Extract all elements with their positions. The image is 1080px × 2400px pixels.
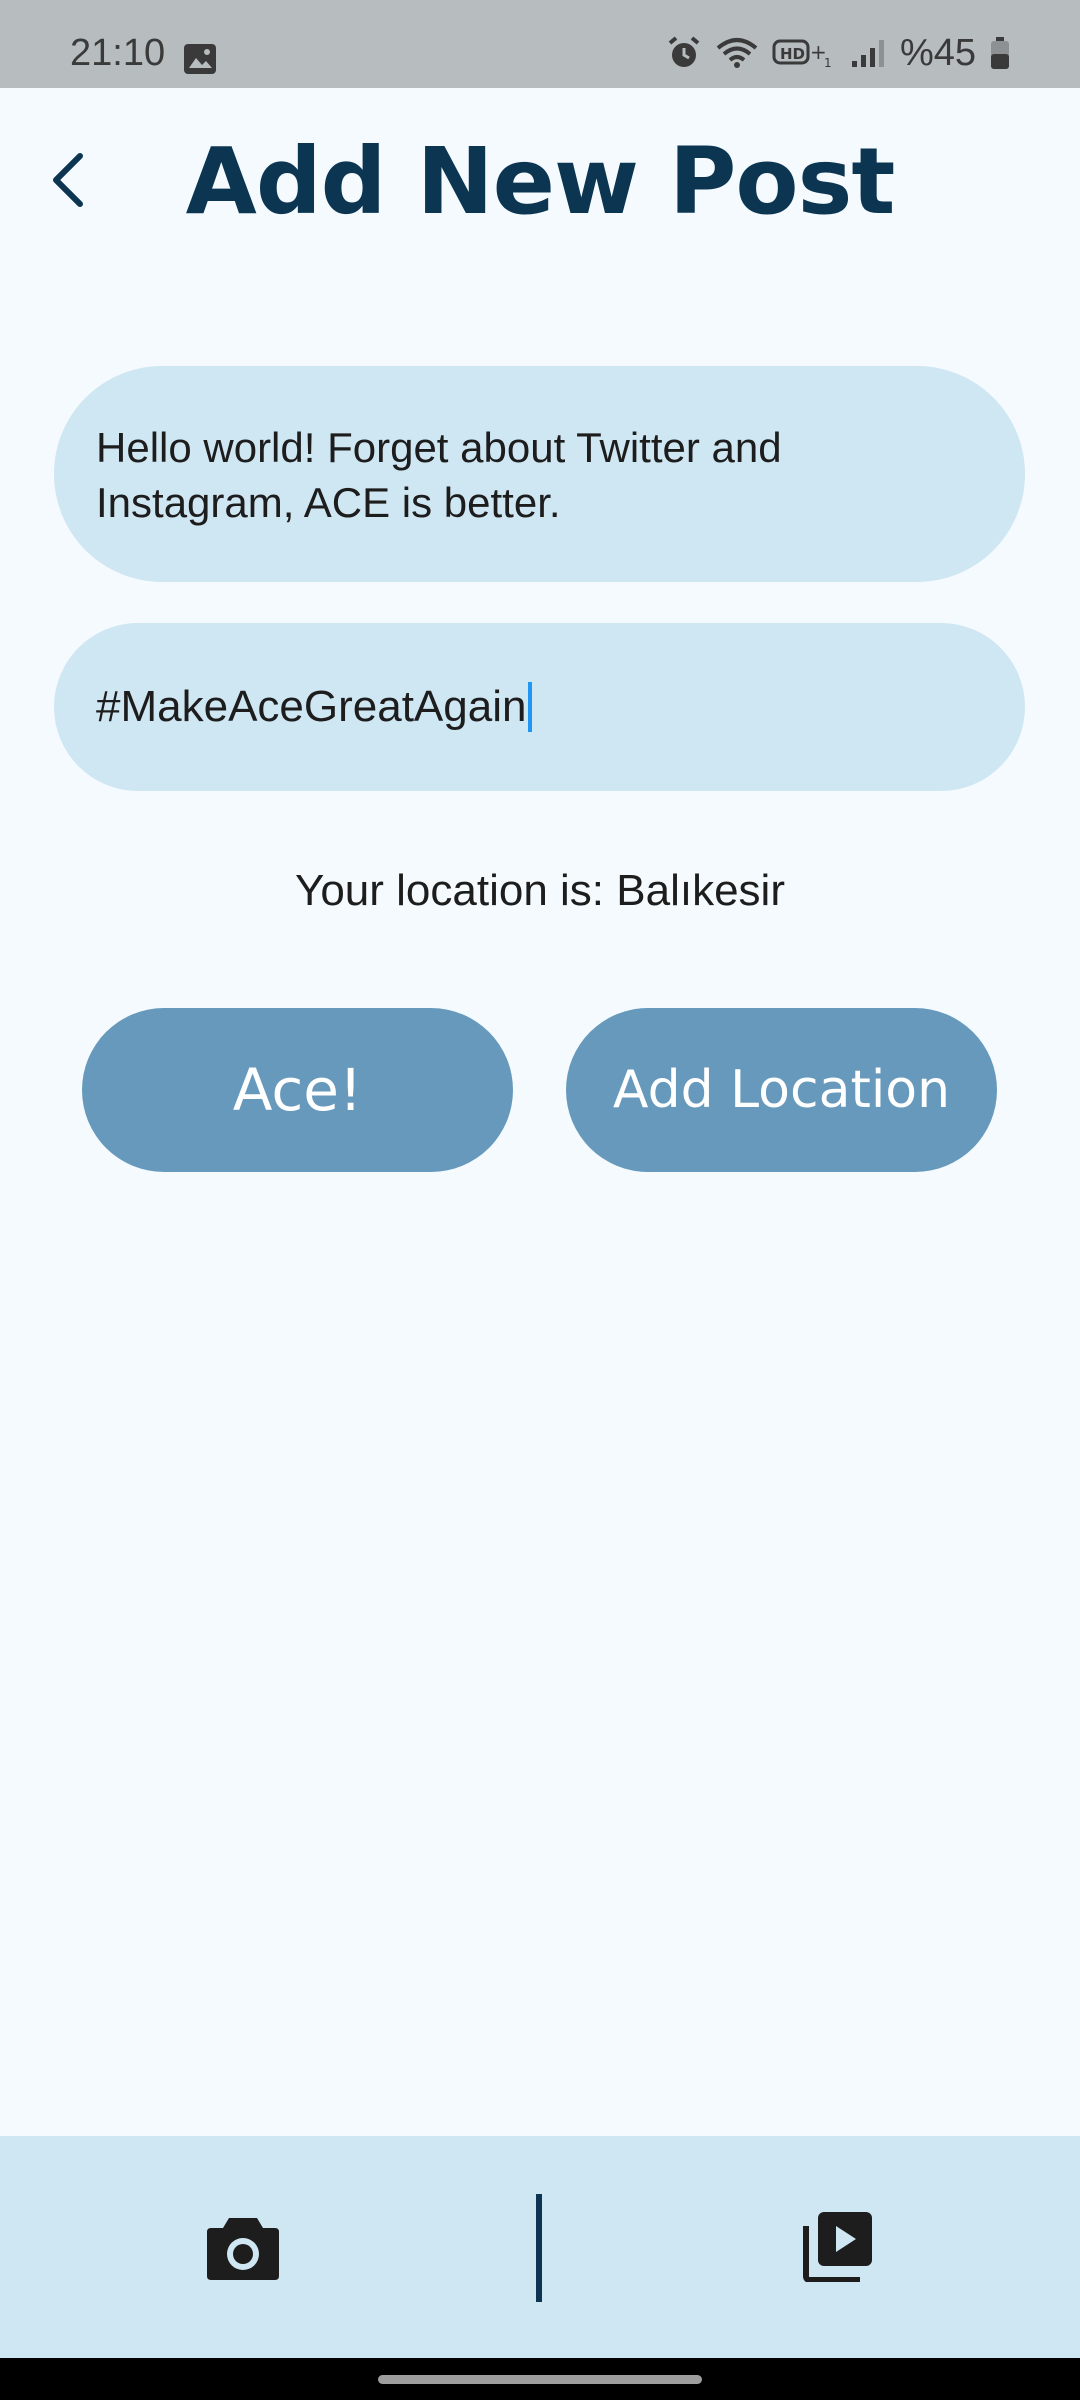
status-time: 21:10 (70, 32, 166, 74)
status-icons: HD + 1 %45 (666, 30, 1010, 76)
text-cursor (528, 682, 533, 732)
location-text: Your location is: Balıkesir (295, 866, 785, 915)
battery-percentage: %45 (899, 31, 976, 74)
video-library-icon[interactable] (802, 2210, 874, 2282)
add-location-button[interactable]: Add Location (566, 1008, 997, 1172)
hd-voice-icon: HD + 1 (772, 39, 832, 69)
svg-text:HD: HD (780, 45, 805, 63)
camera-icon[interactable] (205, 2212, 281, 2284)
home-indicator[interactable] (378, 2375, 702, 2384)
battery-icon (991, 37, 1009, 69)
page-title: Add New Post (185, 128, 896, 235)
post-text-input[interactable]: Hello world! Forget about Twitter and In… (54, 366, 1025, 582)
post-text-value: Hello world! Forget about Twitter and In… (96, 424, 782, 526)
signal-icon (851, 40, 884, 67)
ace-button[interactable]: Ace! (82, 1008, 513, 1172)
alarm-icon (668, 36, 700, 67)
status-bar: 21:10 HD + 1 %45 (0, 0, 1080, 88)
gallery-icon (184, 44, 216, 74)
svg-text:1: 1 (824, 56, 832, 69)
hashtag-input[interactable]: #MakeAceGreatAgain (54, 623, 1025, 791)
bottom-bar-divider (536, 2194, 542, 2302)
wifi-icon (716, 38, 758, 68)
bottom-bar (0, 2136, 1080, 2358)
hashtag-value: #MakeAceGreatAgain (96, 682, 527, 731)
